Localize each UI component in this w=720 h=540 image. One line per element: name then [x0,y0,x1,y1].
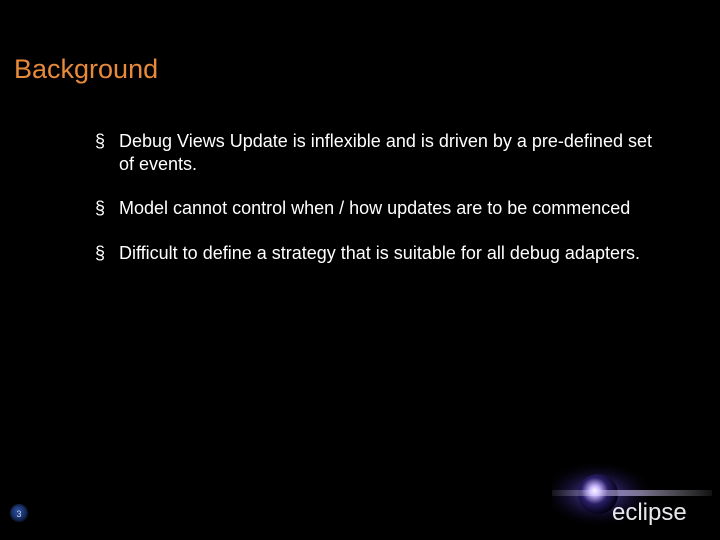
bullet-item: Model cannot control when / how updates … [95,197,655,220]
logo-text: eclipse [612,499,687,526]
slide-title: Background [14,54,158,85]
bullet-item: Difficult to define a strategy that is s… [95,242,655,265]
bullet-list: Debug Views Update is inflexible and is … [95,130,655,286]
slide: Background Debug Views Update is inflexi… [0,0,720,540]
page-number: 3 [16,505,21,523]
page-number-badge: 3 [10,504,28,522]
eclipse-logo: eclipse [552,460,712,532]
bullet-item: Debug Views Update is inflexible and is … [95,130,655,175]
